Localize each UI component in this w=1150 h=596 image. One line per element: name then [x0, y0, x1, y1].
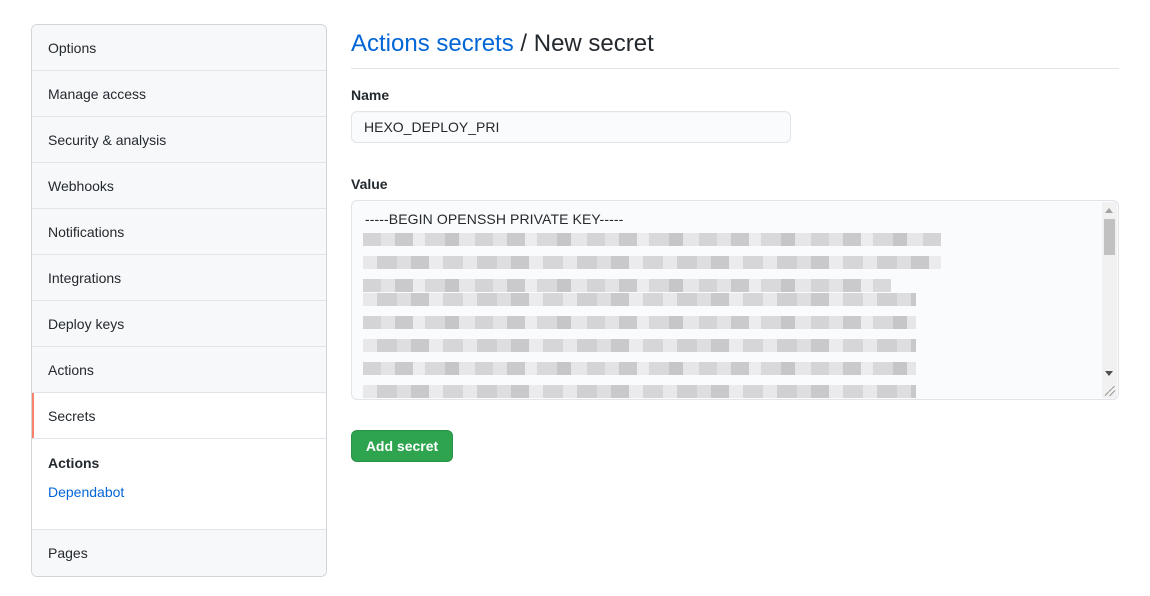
redacted-line	[363, 362, 916, 375]
sidebar-item-manage-access[interactable]: Manage access	[32, 71, 326, 117]
redacted-line	[363, 316, 916, 329]
sidebar-item-integrations[interactable]: Integrations	[32, 255, 326, 301]
sidebar-item-secrets[interactable]: Secrets	[32, 393, 326, 439]
sidebar-item-pages[interactable]: Pages	[32, 530, 326, 576]
sidebar-item-security-analysis[interactable]: Security & analysis	[32, 117, 326, 163]
add-secret-button[interactable]: Add secret	[351, 430, 453, 462]
redacted-line	[363, 339, 916, 352]
scroll-down-arrow-icon[interactable]	[1105, 371, 1113, 376]
redacted-line	[363, 293, 916, 306]
sidebar-item-webhooks[interactable]: Webhooks	[32, 163, 326, 209]
subgroup-title-actions[interactable]: Actions	[48, 453, 310, 473]
redacted-line	[363, 385, 916, 398]
value-label: Value	[351, 176, 388, 192]
page: Options Manage access Security & analysi…	[0, 0, 1150, 596]
subgroup-link-dependabot[interactable]: Dependabot	[48, 482, 310, 502]
breadcrumb-actions-secrets-link[interactable]: Actions secrets	[351, 30, 514, 57]
redacted-line	[363, 279, 891, 292]
sidebar-item-deploy-keys[interactable]: Deploy keys	[32, 301, 326, 347]
resize-grip-icon[interactable]	[1105, 386, 1115, 396]
secret-value-textarea[interactable]: -----BEGIN OPENSSH PRIVATE KEY-----	[351, 200, 1119, 400]
redacted-line	[363, 233, 941, 246]
main-content: Actions secrets / New secret Name Value …	[351, 24, 1119, 462]
scroll-thumb[interactable]	[1104, 219, 1115, 255]
secret-name-input[interactable]	[351, 111, 791, 143]
secret-value-first-line: -----BEGIN OPENSSH PRIVATE KEY-----	[365, 211, 624, 227]
sidebar-item-actions[interactable]: Actions	[32, 347, 326, 393]
page-title: Actions secrets / New secret	[351, 24, 1119, 69]
redacted-key-content	[363, 231, 941, 399]
redacted-line	[363, 256, 941, 269]
sidebar-secrets-subgroup: Actions Dependabot	[32, 439, 326, 530]
breadcrumb-separator: /	[520, 30, 528, 57]
scroll-up-arrow-icon[interactable]	[1105, 208, 1113, 213]
settings-sidebar: Options Manage access Security & analysi…	[31, 24, 327, 577]
sidebar-item-notifications[interactable]: Notifications	[32, 209, 326, 255]
name-label: Name	[351, 87, 390, 103]
breadcrumb-current: New secret	[533, 30, 654, 57]
sidebar-item-options[interactable]: Options	[32, 25, 326, 71]
textarea-scrollbar[interactable]	[1102, 202, 1117, 398]
